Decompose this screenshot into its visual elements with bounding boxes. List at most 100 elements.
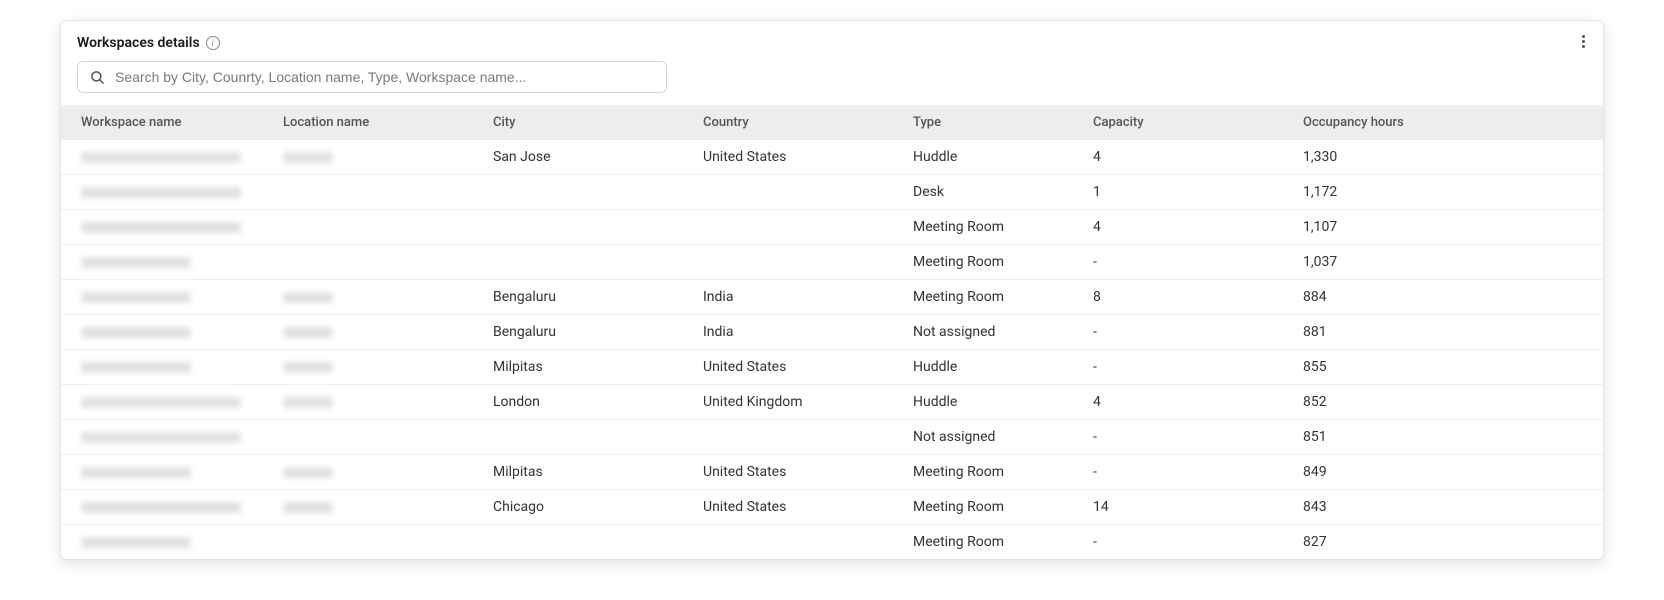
- cell-location-name: [271, 350, 481, 385]
- cell-capacity: 1: [1081, 175, 1291, 210]
- table-row[interactable]: ChicagoUnited StatesMeeting Room14843: [61, 490, 1603, 525]
- search-input[interactable]: [115, 69, 654, 85]
- col-type[interactable]: Type: [901, 105, 1081, 140]
- workspaces-table: Workspace name Location name City Countr…: [61, 105, 1603, 559]
- table-row[interactable]: MilpitasUnited StatesMeeting Room-849: [61, 455, 1603, 490]
- table-row[interactable]: Desk11,172: [61, 175, 1603, 210]
- cell-workspace-name: [61, 420, 271, 455]
- cell-city: Milpitas: [481, 350, 691, 385]
- cell-city: Bengaluru: [481, 280, 691, 315]
- cell-occupancy-hours: 852: [1291, 385, 1603, 420]
- search-container: [61, 61, 1603, 105]
- col-capacity[interactable]: Capacity: [1081, 105, 1291, 140]
- cell-type: Not assigned: [901, 420, 1081, 455]
- cell-occupancy-hours: 1,037: [1291, 245, 1603, 280]
- cell-city: San Jose: [481, 140, 691, 175]
- cell-type: Huddle: [901, 385, 1081, 420]
- cell-workspace-name: [61, 490, 271, 525]
- cell-occupancy-hours: 881: [1291, 315, 1603, 350]
- cell-occupancy-hours: 855: [1291, 350, 1603, 385]
- cell-country: [691, 245, 901, 280]
- cell-location-name: [271, 385, 481, 420]
- col-occupancy-hours[interactable]: Occupancy hours: [1291, 105, 1603, 140]
- col-workspace-name[interactable]: Workspace name: [61, 105, 271, 140]
- table-row[interactable]: BengaluruIndiaNot assigned-881: [61, 315, 1603, 350]
- cell-workspace-name: [61, 210, 271, 245]
- cell-country: [691, 175, 901, 210]
- cell-occupancy-hours: 1,330: [1291, 140, 1603, 175]
- col-location-name[interactable]: Location name: [271, 105, 481, 140]
- cell-workspace-name: [61, 315, 271, 350]
- cell-capacity: -: [1081, 525, 1291, 560]
- cell-city: [481, 210, 691, 245]
- cell-occupancy-hours: 1,107: [1291, 210, 1603, 245]
- cell-type: Meeting Room: [901, 280, 1081, 315]
- cell-location-name: [271, 140, 481, 175]
- cell-workspace-name: [61, 385, 271, 420]
- cell-type: Meeting Room: [901, 490, 1081, 525]
- cell-capacity: -: [1081, 420, 1291, 455]
- cell-type: Huddle: [901, 350, 1081, 385]
- cell-country: United States: [691, 490, 901, 525]
- cell-workspace-name: [61, 280, 271, 315]
- table-header-row: Workspace name Location name City Countr…: [61, 105, 1603, 140]
- cell-country: United Kingdom: [691, 385, 901, 420]
- cell-capacity: -: [1081, 315, 1291, 350]
- cell-type: Huddle: [901, 140, 1081, 175]
- cell-workspace-name: [61, 455, 271, 490]
- cell-workspace-name: [61, 350, 271, 385]
- cell-capacity: -: [1081, 455, 1291, 490]
- table-row[interactable]: LondonUnited KingdomHuddle4852: [61, 385, 1603, 420]
- cell-country: [691, 420, 901, 455]
- cell-type: Meeting Room: [901, 525, 1081, 560]
- cell-workspace-name: [61, 525, 271, 560]
- cell-location-name: [271, 175, 481, 210]
- search-box[interactable]: [77, 61, 667, 93]
- cell-country: [691, 210, 901, 245]
- cell-city: [481, 175, 691, 210]
- cell-workspace-name: [61, 245, 271, 280]
- cell-type: Meeting Room: [901, 245, 1081, 280]
- cell-capacity: 4: [1081, 385, 1291, 420]
- table-row[interactable]: Meeting Room-1,037: [61, 245, 1603, 280]
- cell-city: Bengaluru: [481, 315, 691, 350]
- cell-occupancy-hours: 843: [1291, 490, 1603, 525]
- cell-occupancy-hours: 851: [1291, 420, 1603, 455]
- cell-city: [481, 420, 691, 455]
- table-row[interactable]: Not assigned-851: [61, 420, 1603, 455]
- cell-occupancy-hours: 827: [1291, 525, 1603, 560]
- cell-occupancy-hours: 1,172: [1291, 175, 1603, 210]
- table-row[interactable]: Meeting Room-827: [61, 525, 1603, 560]
- cell-city: London: [481, 385, 691, 420]
- cell-workspace-name: [61, 175, 271, 210]
- search-icon: [90, 70, 105, 85]
- workspaces-details-card: Workspaces details i Workspace name Loca…: [60, 20, 1604, 560]
- cell-occupancy-hours: 884: [1291, 280, 1603, 315]
- cell-city: Milpitas: [481, 455, 691, 490]
- cell-country: India: [691, 280, 901, 315]
- card-header: Workspaces details i: [61, 35, 1603, 61]
- cell-capacity: 4: [1081, 140, 1291, 175]
- table-row[interactable]: MilpitasUnited StatesHuddle-855: [61, 350, 1603, 385]
- cell-capacity: 4: [1081, 210, 1291, 245]
- col-country[interactable]: Country: [691, 105, 901, 140]
- col-city[interactable]: City: [481, 105, 691, 140]
- cell-capacity: 8: [1081, 280, 1291, 315]
- cell-city: [481, 245, 691, 280]
- table-row[interactable]: Meeting Room41,107: [61, 210, 1603, 245]
- more-options-button[interactable]: [1573, 31, 1593, 51]
- card-title: Workspaces details: [77, 35, 200, 51]
- cell-capacity: -: [1081, 245, 1291, 280]
- info-icon[interactable]: i: [206, 36, 220, 50]
- cell-location-name: [271, 525, 481, 560]
- cell-type: Meeting Room: [901, 455, 1081, 490]
- cell-workspace-name: [61, 140, 271, 175]
- cell-country: United States: [691, 350, 901, 385]
- table-row[interactable]: San JoseUnited StatesHuddle41,330: [61, 140, 1603, 175]
- table-row[interactable]: BengaluruIndiaMeeting Room8884: [61, 280, 1603, 315]
- cell-location-name: [271, 245, 481, 280]
- cell-country: United States: [691, 140, 901, 175]
- cell-city: [481, 525, 691, 560]
- cell-country: India: [691, 315, 901, 350]
- cell-capacity: 14: [1081, 490, 1291, 525]
